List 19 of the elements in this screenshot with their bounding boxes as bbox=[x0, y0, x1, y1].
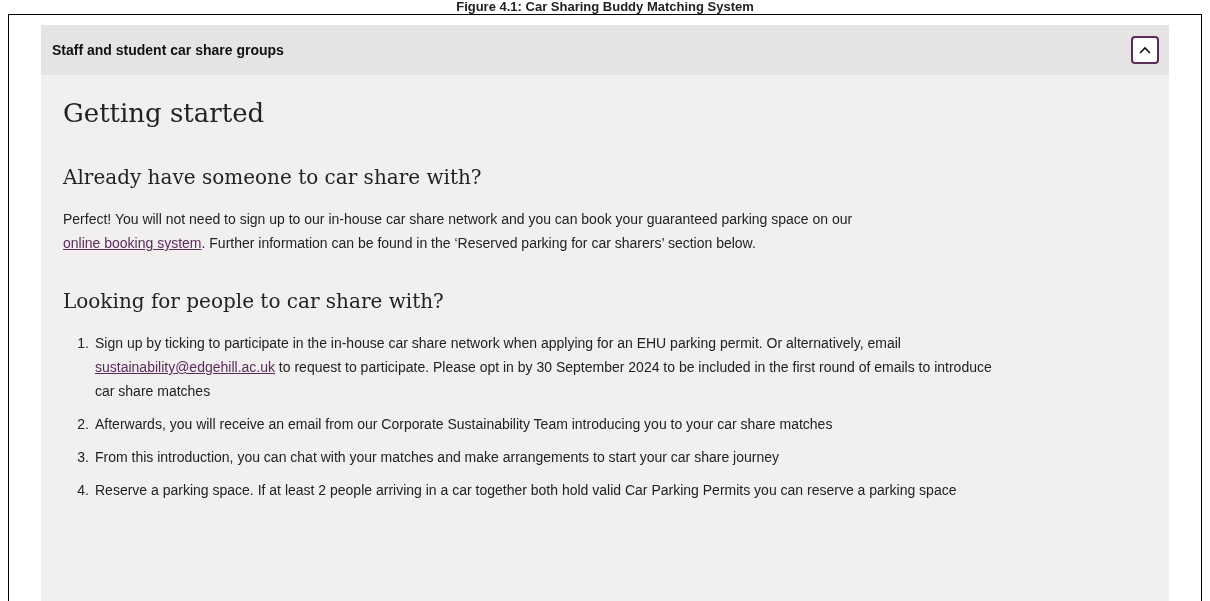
section-heading: Looking for people to car share with? bbox=[63, 288, 445, 315]
step-number: 1. bbox=[76, 334, 90, 353]
step-number: 3. bbox=[76, 448, 90, 467]
section-heading: Already have someone to car share with? bbox=[63, 164, 483, 191]
paragraph: Perfect! You will not need to sign up to our in-house car share network and you can book your guaranteed parking space on our online booking system. Further information can be found in the ‘Reserved parking for car sharers’ section below. bbox=[63, 210, 854, 253]
step-text: From this introduction, you can chat with your matches and make arrangements to start your car share journey bbox=[95, 448, 779, 467]
chevron-up-icon bbox=[1139, 46, 1151, 54]
link[interactable]: sustainability@edgehill.ac.uk bbox=[95, 359, 275, 375]
page-heading: Getting started bbox=[63, 97, 266, 130]
accordion-header[interactable]: Staff and student car share groups bbox=[41, 25, 1169, 75]
link[interactable]: online booking system bbox=[63, 235, 202, 251]
accordion-title: Staff and student car share groups bbox=[52, 40, 284, 60]
step-text: Sign up by ticking to participate in the in-house car share network when applying for an EHU parking permit. Or alternatively, email sustainability@edgehill.ac.uk to request to participate. Please opt in by 30 September 2024 to be included in the first round of emails to introduce car share matches bbox=[95, 334, 993, 401]
figure-caption: Figure 4.1: Car Sharing Buddy Matching System bbox=[455, 0, 755, 13]
step-number: 4. bbox=[76, 481, 90, 500]
step-text: Reserve a parking space. If at least 2 people arriving in a car together both hold valid Car Parking Permits you can reserve a parking space bbox=[95, 481, 957, 500]
collapse-button[interactable] bbox=[1131, 36, 1159, 64]
step-text: Afterwards, you will receive an email from our Corporate Sustainability Team introducing you to your car share matches bbox=[95, 415, 833, 434]
step-number: 2. bbox=[76, 415, 90, 434]
